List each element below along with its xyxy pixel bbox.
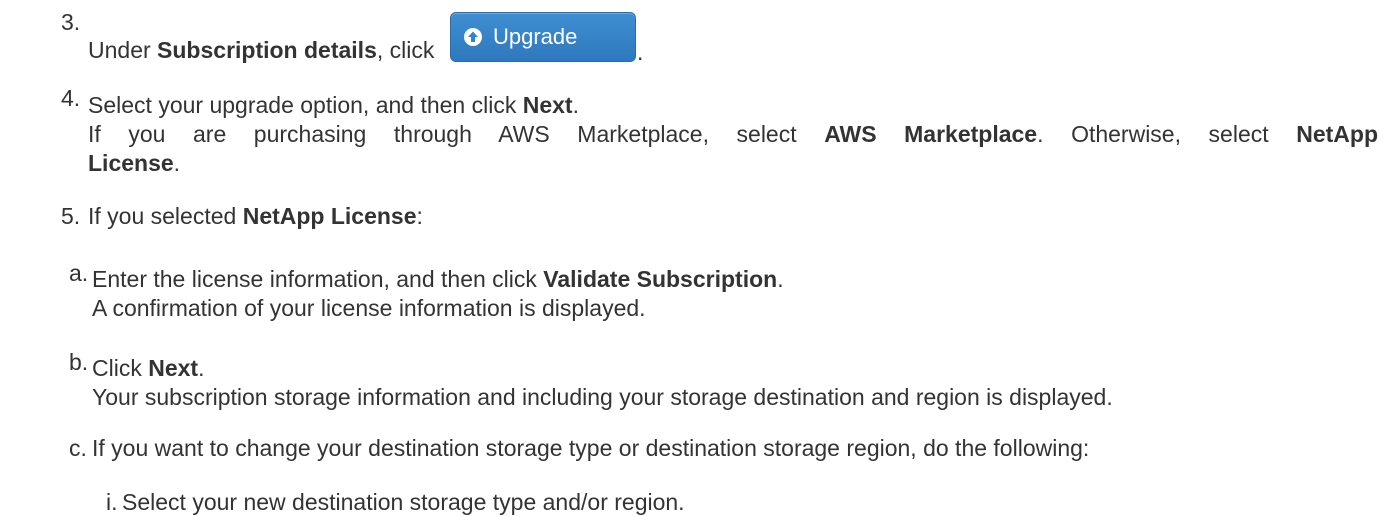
step-5b-line-1-prefix: Click bbox=[92, 355, 149, 381]
step-4-line-2: If you are purchasing through AWS Market… bbox=[88, 120, 1378, 149]
step-5a-line-1: Enter the license information, and then … bbox=[92, 265, 784, 294]
step-5c-text: If you want to change your destination s… bbox=[92, 435, 1090, 461]
step-4-line-3-suffix: . bbox=[173, 150, 181, 176]
license-label: License bbox=[88, 150, 174, 176]
step-5b-line-2: Your subscription storage information an… bbox=[92, 384, 1113, 410]
step-4-line-1: Select your upgrade option, and then cli… bbox=[88, 91, 579, 120]
step-5b-line-1-suffix: . bbox=[198, 355, 205, 381]
next-label: Next bbox=[522, 92, 573, 118]
subscription-details-label: Subscription details bbox=[157, 37, 377, 63]
step-5-text: If you selected NetApp License: bbox=[88, 202, 423, 231]
step-5ci-letter: i. bbox=[106, 489, 118, 515]
step-5a-letter: a. bbox=[69, 260, 89, 286]
validate-subscription-label: Validate Subscription bbox=[543, 266, 778, 292]
step-4-line-1-suffix: . bbox=[572, 92, 579, 118]
next-label-2: Next bbox=[148, 355, 199, 381]
upgrade-button-label: Upgrade bbox=[493, 24, 578, 49]
step-5-suffix: : bbox=[416, 203, 423, 229]
upgrade-button[interactable]: Upgrade bbox=[450, 12, 636, 62]
step-5-number: 5. bbox=[61, 203, 81, 229]
step-3-text: Under Subscription details, click bbox=[88, 36, 434, 65]
step-3-suffix: . bbox=[637, 39, 644, 65]
step-5c-letter: c. bbox=[69, 435, 87, 461]
step-3-prefix: Under bbox=[88, 37, 158, 63]
step-5ci-text: Select your new destination storage type… bbox=[122, 489, 685, 515]
step-4-number: 4. bbox=[61, 85, 81, 111]
step-3-mid: , click bbox=[376, 37, 435, 63]
step-5a-line-1-prefix: Enter the license information, and then … bbox=[92, 266, 544, 292]
step-4-line-2-prefix: If you are purchasing through AWS Market… bbox=[88, 121, 825, 147]
aws-marketplace-label: AWS Marketplace bbox=[824, 121, 1038, 147]
step-5a-line-2: A confirmation of your license informati… bbox=[92, 295, 646, 321]
arrow-up-circle-icon bbox=[464, 28, 482, 46]
step-5-prefix: If you selected bbox=[88, 203, 243, 229]
step-5b-letter: b. bbox=[69, 349, 89, 375]
netapp-label: NetApp bbox=[1296, 121, 1378, 147]
step-3-number: 3. bbox=[61, 9, 81, 35]
netapp-license-label: NetApp License bbox=[242, 203, 417, 229]
step-4-line-1-prefix: Select your upgrade option, and then cli… bbox=[88, 92, 523, 118]
step-5a-line-1-suffix: . bbox=[777, 266, 784, 292]
step-5b-line-1: Click Next. bbox=[92, 354, 204, 383]
step-4-line-3: License. bbox=[88, 149, 180, 178]
step-4-line-2-mid: . Otherwise, select bbox=[1037, 121, 1297, 147]
